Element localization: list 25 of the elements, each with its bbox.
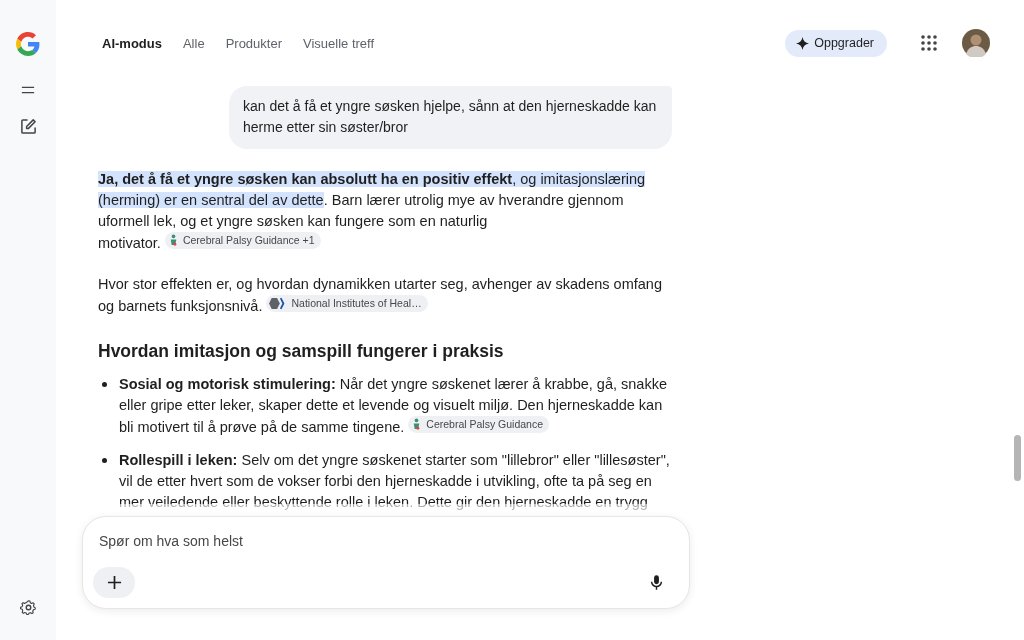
- source-chip[interactable]: Cerebral Palsy Guidance +1: [164, 232, 321, 249]
- menu-icon[interactable]: [21, 86, 35, 94]
- settings-icon[interactable]: [19, 599, 37, 616]
- google-logo[interactable]: [16, 32, 40, 56]
- edit-icon[interactable]: [19, 118, 37, 135]
- user-message: kan det å få et yngre søsken hjelpe, sånn at den hjerneskadde kan herme etter sin søster/bror: [229, 86, 672, 149]
- answer-paragraph: Ja, det å få et yngre søsken kan absolutt ha en positiv effekt, og imitasjonslæring (herming) er en sentral del av dette. Barn lærer utrolig mye av hverandre gjennom uformell lek, og et yngre søsken kan fungere som en naturlig motivator. Cerebral Palsy Guidance +1: [98, 170, 647, 253]
- apps-grid-icon[interactable]: [921, 35, 937, 51]
- answer-paragraph: Hvor stor effekten er, og hvordan dynamikken utarter seg, avhenger av skadens omfang og barnets funksjonsnivå. National Institutes of Heal…: [98, 275, 663, 316]
- sparkle-icon: [796, 36, 810, 50]
- upgrade-button[interactable]: Oppgrader: [785, 29, 887, 57]
- nav-tab[interactable]: Alle: [182, 35, 205, 51]
- add-button[interactable]: [93, 567, 135, 598]
- nav-tab[interactable]: Produkter: [225, 35, 282, 51]
- nav-tab[interactable]: Visuelle treff: [303, 35, 375, 51]
- bullet-text: Sosial og motorisk stimulering: Når det yngre søskenet lærer å krabbe, gå, snakke eller gripe etter leker, skaper dette et levende og visuelt miljø. Den hjerneskadde kan bli motivert til å prøve på de samme tingene. Cerebral Palsy Guidance: [119, 375, 668, 437]
- avatar[interactable]: [962, 29, 990, 57]
- scrollbar[interactable]: [1014, 435, 1021, 481]
- source-chip[interactable]: Cerebral Palsy Guidance: [408, 416, 550, 433]
- nav-tab[interactable]: AI-modus: [102, 35, 162, 51]
- microphone-icon[interactable]: [650, 574, 663, 591]
- bullet-text: Rollespill i leken: Selv om det yngre søskenet starter som "lillebror" eller "lillesøster", vil de etter hvert som de vokser forbi den hjerneskadde i utvikling, ofte ta på seg en mer veiledende eller beskyttende rolle i leken. Dette gir den hjerneskadde en trygg: [119, 451, 671, 512]
- source-chip[interactable]: National Institutes of Heal…: [266, 295, 428, 312]
- plus-icon: [106, 575, 122, 590]
- section-heading: Hvordan imitasjon og samspill fungerer i praksis: [98, 341, 505, 362]
